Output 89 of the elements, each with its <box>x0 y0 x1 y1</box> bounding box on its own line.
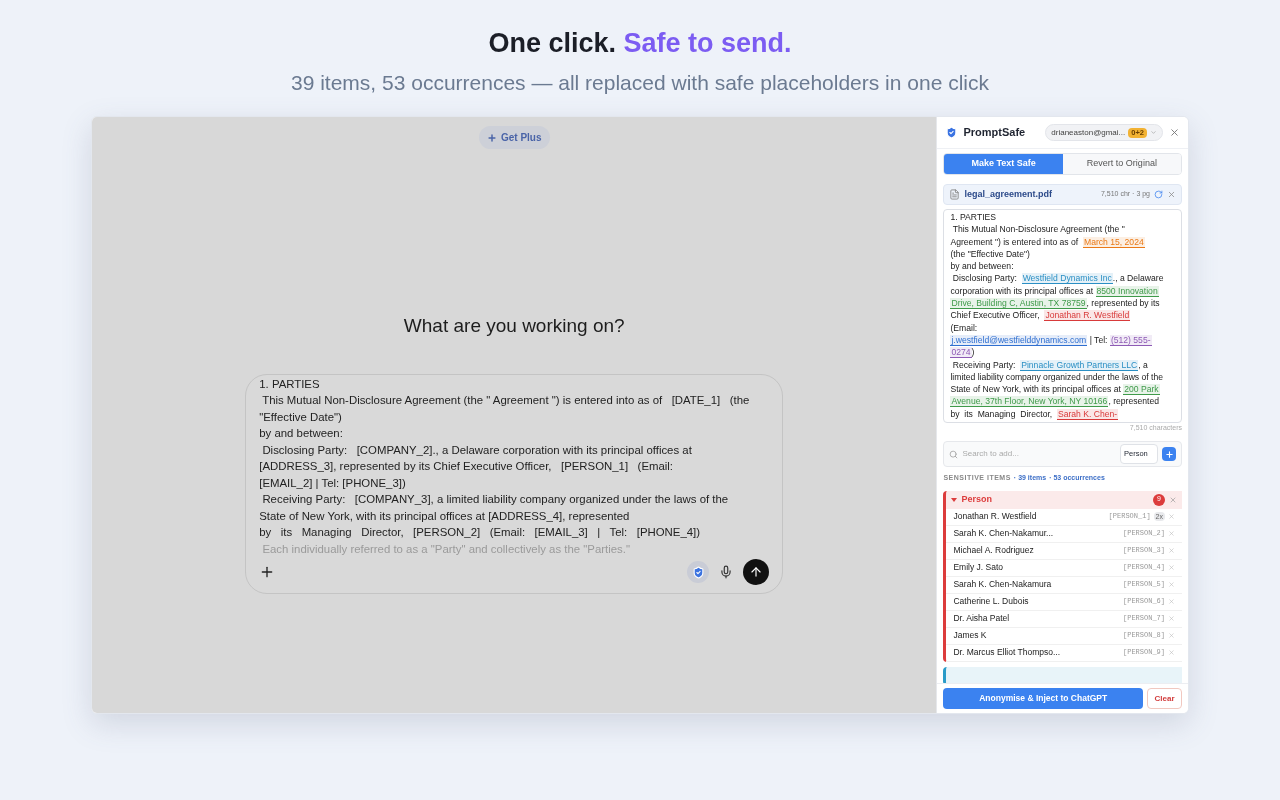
preview-text: Receiving Party: <box>951 359 1017 370</box>
microphone-icon[interactable] <box>719 565 734 579</box>
anonymise-button[interactable]: Anonymise & Inject to ChatGPT <box>943 688 1143 709</box>
caret-icon <box>1150 129 1157 136</box>
preview-text: State of New York, with its principal offices at <box>950 384 1122 395</box>
plus-icon <box>1164 449 1174 459</box>
highlighted-entity: Sarah K. Chen- <box>1056 408 1119 420</box>
preview-text: corporation with its principal offices at <box>950 285 1095 296</box>
file-name: legal_agreement.pdf <box>964 187 1052 201</box>
highlighted-entity: Drive, Building C, Austin, TX 78759 <box>950 298 1087 310</box>
entity-name: Sarah K. Chen-Nakamur... <box>953 527 1055 540</box>
add-button[interactable] <box>1162 447 1176 461</box>
shield-icon[interactable] <box>687 561 710 583</box>
entity-name: Dr. Aisha Patel <box>953 612 1011 625</box>
plus-icon <box>486 132 497 143</box>
entity-name: James K <box>953 629 988 642</box>
entity-name: Jonathan R. Westfield <box>953 510 1038 523</box>
preview-text: Agreement ") is entered into as of <box>950 236 1080 247</box>
composer-text: [EMAIL_2] | Tel: [PHONE_3]) <box>259 475 407 491</box>
preview-text: limited liability company organized under the laws of the <box>950 371 1164 382</box>
composer-text: State of New York, with its principal offices at [ADDRESS_4], represented <box>259 508 631 524</box>
highlighted-entity: 8500 Innovation <box>1095 285 1159 297</box>
preview-text: by and between: <box>950 261 1014 272</box>
remove-icon[interactable] <box>1168 649 1175 656</box>
headline: One click. Safe to send. <box>488 27 792 60</box>
entity-name: Dr. Marcus Elliot Thompso... <box>953 646 1062 659</box>
remove-icon[interactable] <box>1167 190 1176 199</box>
brand-name: PromptSafe <box>963 125 1026 141</box>
panel-tab[interactable]: Revert to Original <box>1062 154 1181 174</box>
remove-icon[interactable] <box>1168 513 1175 520</box>
composer-text: "Effective Date") <box>259 409 343 425</box>
remove-icon[interactable] <box>1168 632 1175 639</box>
composer-text: Each individually referred to as a "Party" and collectively as the "Parties." <box>261 541 631 557</box>
preview-text: by its Managing Director, <box>950 408 1054 419</box>
entity-name: Catherine L. Dubois <box>953 595 1030 608</box>
highlighted-entity: 0274 <box>950 347 972 359</box>
highlighted-entity: 200 Park <box>1123 384 1160 396</box>
highlighted-entity: Avenue, 37th Floor, New York, NY 10166 <box>950 396 1109 408</box>
preview-text: ) <box>971 347 975 358</box>
remove-icon[interactable] <box>1168 598 1175 605</box>
highlighted-entity: Pinnacle Growth Partners LLC <box>1020 359 1139 371</box>
caret-icon[interactable] <box>951 496 958 503</box>
preview-text: 1. PARTIES <box>950 212 996 222</box>
get-plus-button[interactable]: Get Plus <box>478 126 550 149</box>
composer-text: by its Managing Director, [PERSON_2] (Email: [EMAIL_3] | Tel: [PHONE_4]) <box>259 525 702 540</box>
entity-name: Michael A. Rodriguez <box>953 544 1035 557</box>
highlighted-entity: March 15, 2024 <box>1082 236 1145 248</box>
remove-icon[interactable] <box>1168 564 1175 571</box>
group-label[interactable]: Person <box>961 492 992 507</box>
composer-text: Receiving Party: [COMPANY_3], a limited liability company organized under the laws of the <box>261 492 730 507</box>
close-icon[interactable] <box>1169 127 1180 138</box>
preview-text: (the "Effective Date") <box>950 248 1030 259</box>
remove-icon[interactable] <box>1168 581 1175 588</box>
highlighted-entity: Westfield Dynamics Inc <box>1021 273 1113 285</box>
remove-icon[interactable] <box>1168 615 1175 622</box>
composer-text: Disclosing Party: [COMPANY_2]., a Delaware corporation with its principal offices at <box>261 442 693 458</box>
document-preview[interactable] <box>943 209 1182 423</box>
highlighted-entity: j.westfield@westfielddynamics.com <box>950 334 1088 346</box>
remove-icon[interactable] <box>1168 530 1175 537</box>
composer-text: by and between: <box>259 426 344 441</box>
panel-tab[interactable]: Make Text Safe <box>944 154 1063 174</box>
composer-text: This Mutual Non-Disclosure Agreement (the " Agreement ") is entered into as of [DATE_1] (the <box>261 393 751 408</box>
composer-text: [ADDRESS_3], represented by its Chief Executive Officer, [PERSON_1] (Email: <box>259 459 675 474</box>
remove-icon[interactable] <box>1168 547 1175 554</box>
preview-text: , represented by its <box>1086 298 1160 309</box>
preview-text: , represented <box>1108 396 1159 407</box>
refresh-icon[interactable] <box>1154 190 1163 199</box>
preview-text: | Tel: <box>1088 334 1109 345</box>
preview-text: This Mutual Non-Disclosure Agreement (the " <box>951 224 1125 235</box>
arrow-up-icon <box>749 565 764 579</box>
preview-text: , a <box>1138 359 1148 370</box>
preview-text: Disclosing Party: <box>951 273 1018 284</box>
search-icon <box>949 449 959 459</box>
shield-icon <box>945 126 959 139</box>
remove-icon[interactable] <box>1169 495 1177 504</box>
entity-name: Sarah K. Chen-Nakamura <box>953 578 1053 591</box>
composer-text: 1. PARTIES <box>259 376 321 392</box>
highlighted-entity: Jonathan R. Westfield <box>1044 310 1131 322</box>
entity-name: Emily J. Sato <box>953 561 1005 574</box>
chat-heading: What are you working on? <box>403 314 625 338</box>
preview-text: ., a Delaware <box>1112 273 1164 284</box>
subtitle: 39 items, 53 occurrences — all replaced with safe placeholders in one click <box>291 70 989 96</box>
preview-text: (Email: <box>950 322 978 333</box>
message-composer[interactable] <box>245 373 784 594</box>
file-icon <box>949 189 961 200</box>
send-button[interactable] <box>743 559 770 585</box>
preview-text: Chief Executive Officer, <box>950 310 1041 321</box>
highlighted-entity: (512) 555- <box>1109 334 1152 346</box>
clear-button[interactable]: Clear <box>1147 688 1182 709</box>
